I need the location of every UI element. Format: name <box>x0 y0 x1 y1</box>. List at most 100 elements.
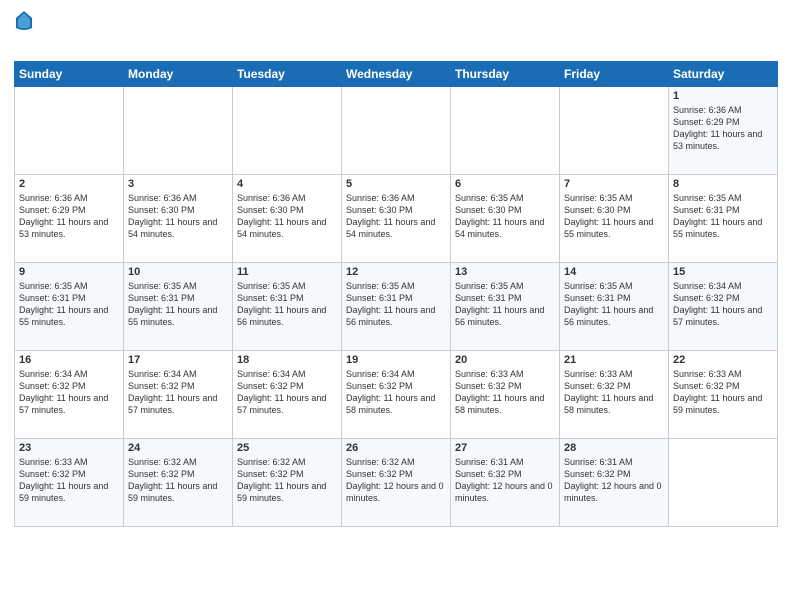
calendar-cell: 14 Sunrise: 6:35 AM Sunset: 6:31 PM Dayli… <box>560 263 669 351</box>
day-info: Sunrise: 6:35 AM Sunset: 6:31 PM Dayligh… <box>564 280 664 329</box>
calendar-cell: 9 Sunrise: 6:35 AM Sunset: 6:31 PM Daylig… <box>15 263 124 351</box>
calendar-cell: 25 Sunrise: 6:32 AM Sunset: 6:32 PM Dayli… <box>233 439 342 527</box>
day-info: Sunrise: 6:33 AM Sunset: 6:32 PM Dayligh… <box>19 456 119 505</box>
day-info: Sunrise: 6:36 AM Sunset: 6:29 PM Dayligh… <box>673 104 773 153</box>
day-number: 16 <box>19 354 119 366</box>
day-number: 6 <box>455 178 555 190</box>
calendar-cell: 28 Sunrise: 6:31 AM Sunset: 6:32 PM Dayli… <box>560 439 669 527</box>
calendar-cell <box>233 87 342 175</box>
day-info: Sunrise: 6:36 AM Sunset: 6:29 PM Dayligh… <box>19 192 119 241</box>
day-info: Sunrise: 6:35 AM Sunset: 6:31 PM Dayligh… <box>455 280 555 329</box>
week-row-2: 2 Sunrise: 6:36 AM Sunset: 6:29 PM Daylig… <box>15 175 778 263</box>
day-number: 14 <box>564 266 664 278</box>
calendar-cell: 23 Sunrise: 6:33 AM Sunset: 6:32 PM Dayli… <box>15 439 124 527</box>
header <box>14 10 778 55</box>
calendar-cell: 5Sunrise: 6:36 AM Sunset: 6:30 PM Daylig… <box>342 175 451 263</box>
col-header-tuesday: Tuesday <box>233 62 342 87</box>
day-number: 4 <box>237 178 337 190</box>
day-info: Sunrise: 6:33 AM Sunset: 6:32 PM Dayligh… <box>455 368 555 417</box>
day-number: 2 <box>19 178 119 190</box>
day-info: Sunrise: 6:34 AM Sunset: 6:32 PM Dayligh… <box>128 368 228 417</box>
day-info: Sunrise: 6:32 AM Sunset: 6:32 PM Dayligh… <box>237 456 337 505</box>
day-number: 27 <box>455 442 555 454</box>
day-info: Sunrise: 6:33 AM Sunset: 6:32 PM Dayligh… <box>564 368 664 417</box>
day-number: 3 <box>128 178 228 190</box>
day-number: 5 <box>346 178 446 190</box>
calendar-cell: 1 Sunrise: 6:36 AM Sunset: 6:29 PM Daylig… <box>669 87 778 175</box>
day-info: Sunrise: 6:36 AM Sunset: 6:30 PM Dayligh… <box>237 192 337 241</box>
day-number: 28 <box>564 442 664 454</box>
day-info: Sunrise: 6:35 AM Sunset: 6:31 PM Dayligh… <box>673 192 773 241</box>
col-header-monday: Monday <box>124 62 233 87</box>
day-number: 7 <box>564 178 664 190</box>
calendar-cell: 3 Sunrise: 6:36 AM Sunset: 6:30 PM Daylig… <box>124 175 233 263</box>
week-row-1: 1 Sunrise: 6:36 AM Sunset: 6:29 PM Daylig… <box>15 87 778 175</box>
day-number: 13 <box>455 266 555 278</box>
calendar-cell: 16 Sunrise: 6:34 AM Sunset: 6:32 PM Dayli… <box>15 351 124 439</box>
day-info: Sunrise: 6:32 AM Sunset: 6:32 PM Dayligh… <box>128 456 228 505</box>
calendar-cell: 12Sunrise: 6:35 AM Sunset: 6:31 PM Dayli… <box>342 263 451 351</box>
day-info: Sunrise: 6:31 AM Sunset: 6:32 PM Dayligh… <box>455 456 555 505</box>
day-info: Sunrise: 6:31 AM Sunset: 6:32 PM Dayligh… <box>564 456 664 505</box>
logo <box>14 10 35 55</box>
calendar-cell: 20 Sunrise: 6:33 AM Sunset: 6:32 PM Dayli… <box>451 351 560 439</box>
logo-icon <box>15 10 33 32</box>
calendar-cell: 15 Sunrise: 6:34 AM Sunset: 6:32 PM Dayli… <box>669 263 778 351</box>
week-row-3: 9 Sunrise: 6:35 AM Sunset: 6:31 PM Daylig… <box>15 263 778 351</box>
day-info: Sunrise: 6:35 AM Sunset: 6:31 PM Dayligh… <box>19 280 119 329</box>
calendar-cell: 22Sunrise: 6:33 AM Sunset: 6:32 PM Dayli… <box>669 351 778 439</box>
calendar-cell: 24 Sunrise: 6:32 AM Sunset: 6:32 PM Dayli… <box>124 439 233 527</box>
day-number: 18 <box>237 354 337 366</box>
day-number: 11 <box>237 266 337 278</box>
day-number: 17 <box>128 354 228 366</box>
day-number: 8 <box>673 178 773 190</box>
day-info: Sunrise: 6:34 AM Sunset: 6:32 PM Dayligh… <box>19 368 119 417</box>
calendar-cell: 4 Sunrise: 6:36 AM Sunset: 6:30 PM Daylig… <box>233 175 342 263</box>
day-number: 20 <box>455 354 555 366</box>
calendar-cell: 27 Sunrise: 6:31 AM Sunset: 6:32 PM Dayli… <box>451 439 560 527</box>
calendar-cell: 18 Sunrise: 6:34 AM Sunset: 6:32 PM Dayli… <box>233 351 342 439</box>
calendar-cell: 2 Sunrise: 6:36 AM Sunset: 6:29 PM Daylig… <box>15 175 124 263</box>
day-number: 19 <box>346 354 446 366</box>
day-number: 1 <box>673 90 773 102</box>
col-header-wednesday: Wednesday <box>342 62 451 87</box>
calendar-cell: 13 Sunrise: 6:35 AM Sunset: 6:31 PM Dayli… <box>451 263 560 351</box>
col-header-friday: Friday <box>560 62 669 87</box>
day-info: Sunrise: 6:34 AM Sunset: 6:32 PM Dayligh… <box>346 368 446 417</box>
calendar-cell <box>342 87 451 175</box>
day-info: Sunrise: 6:35 AM Sunset: 6:30 PM Dayligh… <box>455 192 555 241</box>
day-info: Sunrise: 6:32 AM Sunset: 6:32 PM Dayligh… <box>346 456 446 505</box>
page-container: SundayMondayTuesdayWednesdayThursdayFrid… <box>0 0 792 537</box>
day-info: Sunrise: 6:35 AM Sunset: 6:30 PM Dayligh… <box>564 192 664 241</box>
day-info: Sunrise: 6:36 AM Sunset: 6:30 PM Dayligh… <box>128 192 228 241</box>
day-number: 26 <box>346 442 446 454</box>
day-number: 25 <box>237 442 337 454</box>
calendar-cell: 26 Sunrise: 6:32 AM Sunset: 6:32 PM Dayli… <box>342 439 451 527</box>
calendar-cell <box>669 439 778 527</box>
col-header-saturday: Saturday <box>669 62 778 87</box>
day-info: Sunrise: 6:34 AM Sunset: 6:32 PM Dayligh… <box>237 368 337 417</box>
calendar-cell <box>560 87 669 175</box>
calendar-cell: 6 Sunrise: 6:35 AM Sunset: 6:30 PM Daylig… <box>451 175 560 263</box>
day-number: 15 <box>673 266 773 278</box>
day-info: Sunrise: 6:34 AM Sunset: 6:32 PM Dayligh… <box>673 280 773 329</box>
calendar-cell: 11 Sunrise: 6:35 AM Sunset: 6:31 PM Dayli… <box>233 263 342 351</box>
calendar-cell <box>15 87 124 175</box>
calendar-cell <box>451 87 560 175</box>
day-number: 24 <box>128 442 228 454</box>
day-number: 23 <box>19 442 119 454</box>
calendar-cell: 17 Sunrise: 6:34 AM Sunset: 6:32 PM Dayli… <box>124 351 233 439</box>
calendar-table: SundayMondayTuesdayWednesdayThursdayFrid… <box>14 61 778 527</box>
col-header-sunday: Sunday <box>15 62 124 87</box>
day-number: 10 <box>128 266 228 278</box>
day-info: Sunrise: 6:35 AM Sunset: 6:31 PM Dayligh… <box>237 280 337 329</box>
header-row: SundayMondayTuesdayWednesdayThursdayFrid… <box>15 62 778 87</box>
week-row-5: 23 Sunrise: 6:33 AM Sunset: 6:32 PM Dayli… <box>15 439 778 527</box>
calendar-cell: 19 Sunrise: 6:34 AM Sunset: 6:32 PM Dayli… <box>342 351 451 439</box>
day-info: Sunrise: 6:33 AM Sunset: 6:32 PM Dayligh… <box>673 368 773 417</box>
day-number: 9 <box>19 266 119 278</box>
day-number: 12 <box>346 266 446 278</box>
col-header-thursday: Thursday <box>451 62 560 87</box>
calendar-cell: 8 Sunrise: 6:35 AM Sunset: 6:31 PM Daylig… <box>669 175 778 263</box>
day-info: Sunrise: 6:35 AM Sunset: 6:31 PM Dayligh… <box>128 280 228 329</box>
